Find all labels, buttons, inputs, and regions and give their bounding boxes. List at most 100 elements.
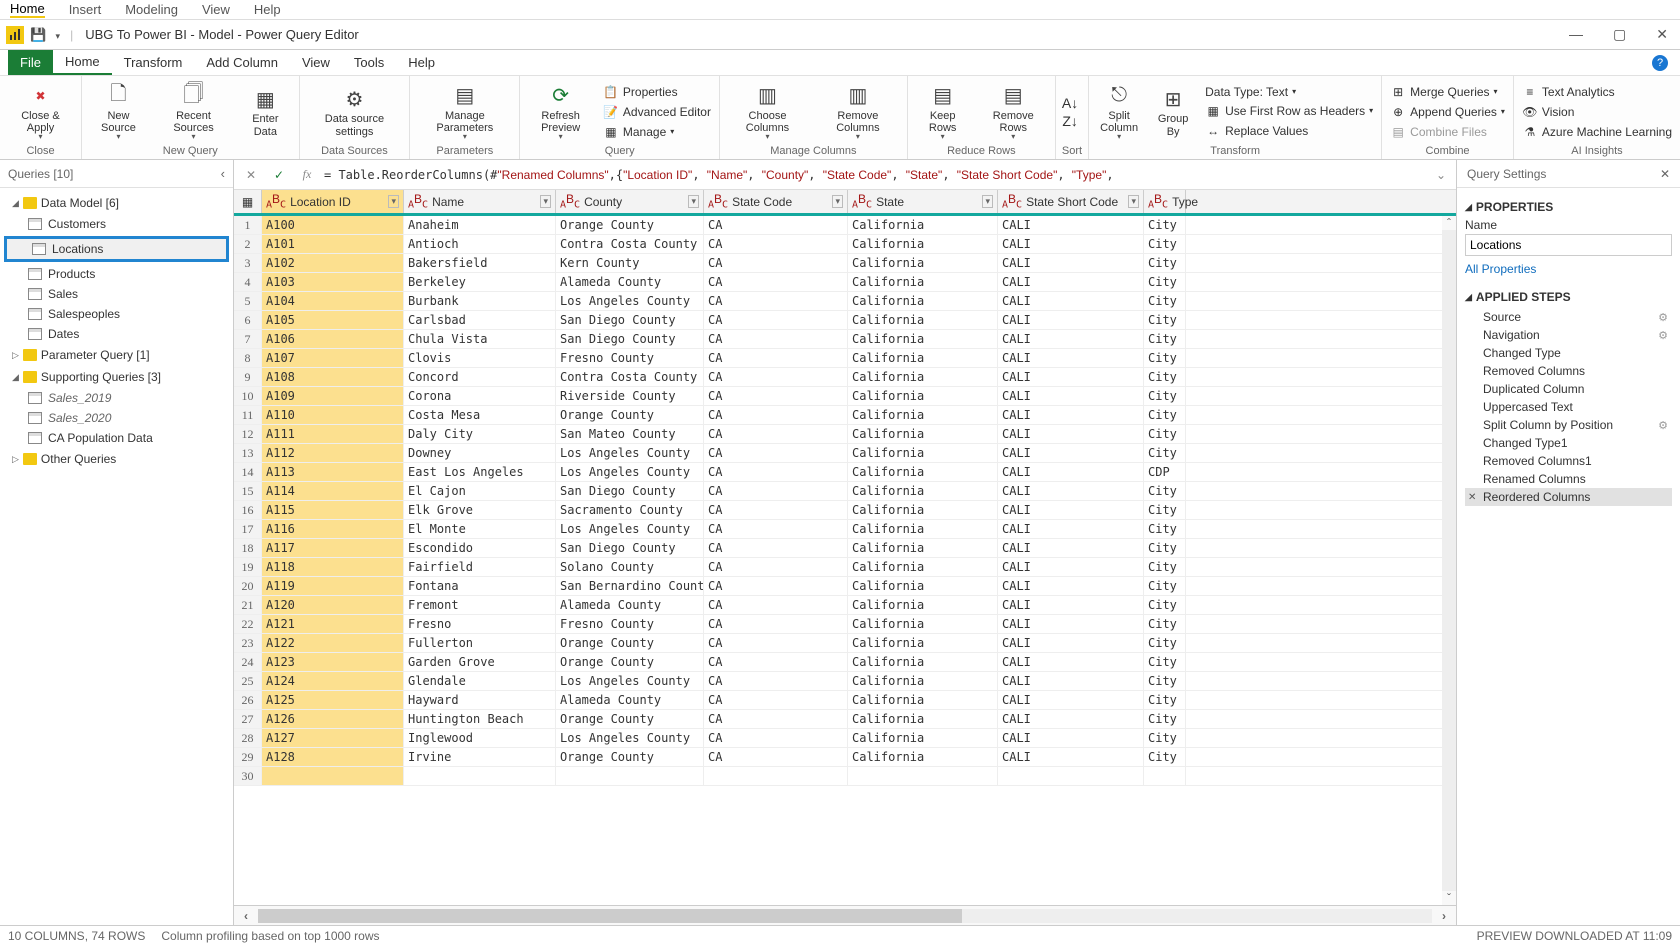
table-cell[interactable]: A124 <box>262 672 404 690</box>
choose-columns-button[interactable]: ▥Choose Columns▾ <box>726 80 809 143</box>
table-row[interactable]: 25A124GlendaleLos Angeles CountyCACalifo… <box>234 672 1456 691</box>
table-cell[interactable]: California <box>848 254 998 272</box>
table-cell[interactable]: El Cajon <box>404 482 556 500</box>
table-cell[interactable]: A115 <box>262 501 404 519</box>
table-cell[interactable]: CALI <box>998 691 1144 709</box>
close-apply-button[interactable]: ✖Close & Apply▾ <box>6 80 75 143</box>
table-cell[interactable]: CA <box>704 577 848 595</box>
text-analytics-button[interactable]: ≡Text Analytics <box>1520 83 1674 101</box>
table-cell[interactable]: City <box>1144 615 1186 633</box>
split-column-button[interactable]: ⎋Split Column▾ <box>1095 80 1143 143</box>
table-cell[interactable]: CA <box>704 444 848 462</box>
replace-values-button[interactable]: ↔Replace Values <box>1203 122 1375 140</box>
table-row[interactable]: 1A100AnaheimOrange CountyCACaliforniaCAL… <box>234 216 1456 235</box>
table-cell[interactable]: City <box>1144 501 1186 519</box>
table-cell[interactable]: CA <box>704 368 848 386</box>
table-row[interactable]: 24A123Garden GroveOrange CountyCACalifor… <box>234 653 1456 672</box>
query-folder[interactable]: ◢Supporting Queries [3] <box>0 366 233 388</box>
data-source-settings-button[interactable]: ⚙Data source settings <box>306 83 404 139</box>
table-cell[interactable]: City <box>1144 482 1186 500</box>
table-cell[interactable]: California <box>848 596 998 614</box>
table-row[interactable]: 3A102BakersfieldKern CountyCACaliforniaC… <box>234 254 1456 273</box>
table-cell[interactable]: CALI <box>998 463 1144 481</box>
applied-step[interactable]: Navigation⚙ <box>1465 326 1672 344</box>
applied-step[interactable]: Changed Type1 <box>1465 434 1672 452</box>
table-cell[interactable]: A102 <box>262 254 404 272</box>
table-cell[interactable]: CA <box>704 387 848 405</box>
table-cell[interactable]: California <box>848 482 998 500</box>
table-row[interactable]: 18A117EscondidoSan Diego CountyCACalifor… <box>234 539 1456 558</box>
table-cell[interactable]: Solano County <box>556 558 704 576</box>
table-cell[interactable]: A101 <box>262 235 404 253</box>
scroll-right-icon[interactable]: › <box>1432 909 1456 923</box>
table-cell[interactable]: CALI <box>998 216 1144 234</box>
table-cell[interactable]: CALI <box>998 254 1144 272</box>
applied-step[interactable]: Removed Columns <box>1465 362 1672 380</box>
table-cell[interactable]: Fremont <box>404 596 556 614</box>
column-header-type[interactable]: ABCType <box>1144 190 1186 213</box>
combine-files-button[interactable]: ▤Combine Files <box>1388 123 1507 141</box>
query-folder[interactable]: ◢Data Model [6] <box>0 192 233 214</box>
table-cell[interactable]: City <box>1144 216 1186 234</box>
menu-modeling[interactable]: Modeling <box>125 2 178 17</box>
table-cell[interactable]: CALI <box>998 235 1144 253</box>
table-cell[interactable]: CA <box>704 710 848 728</box>
remove-columns-button[interactable]: ▥Remove Columns▾ <box>815 80 901 143</box>
table-cell[interactable]: Contra Costa County <box>556 368 704 386</box>
table-cell[interactable]: Carlsbad <box>404 311 556 329</box>
formula-cancel-button[interactable]: ✕ <box>240 164 262 186</box>
table-cell[interactable]: Escondido <box>404 539 556 557</box>
table-cell[interactable]: Fresno County <box>556 615 704 633</box>
formula-input[interactable]: = Table.ReorderColumns(#"Renamed Columns… <box>324 168 1426 182</box>
table-cell[interactable]: Huntington Beach <box>404 710 556 728</box>
step-gear-icon[interactable]: ⚙ <box>1658 329 1668 342</box>
table-cell[interactable]: A117 <box>262 539 404 557</box>
table-cell[interactable]: Inglewood <box>404 729 556 747</box>
table-cell[interactable]: San Mateo County <box>556 425 704 443</box>
table-cell[interactable]: Los Angeles County <box>556 444 704 462</box>
maximize-button[interactable]: ▢ <box>1607 24 1632 45</box>
table-cell[interactable]: City <box>1144 577 1186 595</box>
table-cell[interactable]: City <box>1144 254 1186 272</box>
table-cell[interactable]: CA <box>704 330 848 348</box>
table-cell[interactable]: California <box>848 235 998 253</box>
applied-step[interactable]: Reordered Columns <box>1465 488 1672 506</box>
table-cell[interactable]: Los Angeles County <box>556 292 704 310</box>
save-icon[interactable]: 💾 <box>30 27 46 42</box>
table-cell[interactable]: A109 <box>262 387 404 405</box>
table-cell[interactable]: California <box>848 330 998 348</box>
vision-button[interactable]: 👁Vision <box>1520 103 1674 121</box>
table-row[interactable]: 26A125HaywardAlameda CountyCACaliforniaC… <box>234 691 1456 710</box>
table-cell[interactable]: Contra Costa County <box>556 235 704 253</box>
close-window-button[interactable]: ✕ <box>1650 24 1674 45</box>
table-cell[interactable]: CALI <box>998 653 1144 671</box>
table-cell[interactable]: California <box>848 311 998 329</box>
table-cell[interactable]: City <box>1144 558 1186 576</box>
table-cell[interactable]: City <box>1144 330 1186 348</box>
table-cell[interactable]: Orange County <box>556 634 704 652</box>
table-cell[interactable]: CA <box>704 634 848 652</box>
table-cell[interactable]: CALI <box>998 311 1144 329</box>
table-cell[interactable]: CALI <box>998 501 1144 519</box>
table-row[interactable]: 4A103BerkeleyAlameda CountyCACaliforniaC… <box>234 273 1456 292</box>
query-name-input[interactable] <box>1465 234 1672 256</box>
tab-transform[interactable]: Transform <box>112 50 195 75</box>
table-cell[interactable]: A103 <box>262 273 404 291</box>
column-header-county[interactable]: ABCCounty▾ <box>556 190 704 213</box>
table-cell[interactable]: Los Angeles County <box>556 729 704 747</box>
table-row[interactable]: 22A121FresnoFresno CountyCACaliforniaCAL… <box>234 615 1456 634</box>
table-cell[interactable]: City <box>1144 387 1186 405</box>
query-item[interactable]: Sales_2019 <box>0 388 233 408</box>
table-cell[interactable]: CALI <box>998 425 1144 443</box>
table-cell[interactable]: CALI <box>998 577 1144 595</box>
table-cell[interactable]: City <box>1144 273 1186 291</box>
first-row-headers-button[interactable]: ▦Use First Row as Headers ▾ <box>1203 102 1375 120</box>
menu-help[interactable]: Help <box>254 2 281 17</box>
table-cell[interactable]: Orange County <box>556 653 704 671</box>
step-gear-icon[interactable]: ⚙ <box>1658 311 1668 324</box>
table-cell[interactable]: Daly City <box>404 425 556 443</box>
table-cell[interactable]: City <box>1144 672 1186 690</box>
query-settings-close-icon[interactable]: ✕ <box>1660 167 1670 181</box>
table-cell[interactable]: A114 <box>262 482 404 500</box>
table-cell[interactable] <box>704 767 848 785</box>
